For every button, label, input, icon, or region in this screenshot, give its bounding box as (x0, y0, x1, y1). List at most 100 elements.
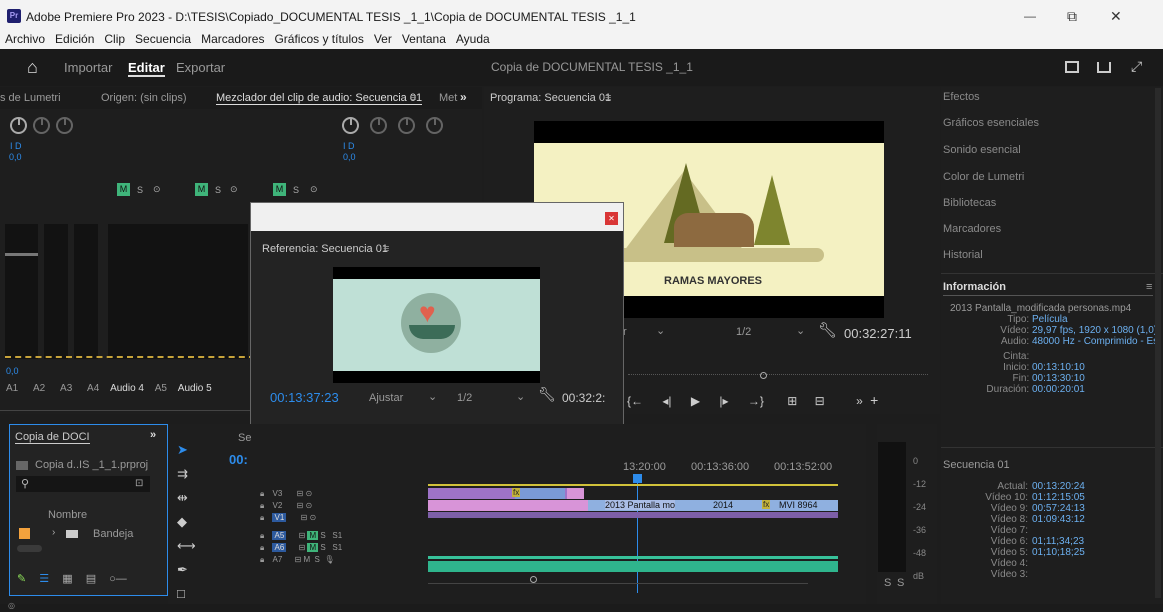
sidebar-lumetri[interactable]: Color de Lumetri (941, 171, 1163, 197)
step-back-icon[interactable]: ◂| (662, 394, 671, 408)
info-menu-icon[interactable]: ≡ (1146, 281, 1152, 293)
track-a5[interactable]: 🔒︎ A5 ⊟ M S S1 (260, 530, 342, 542)
ripple-edit-tool-icon[interactable]: ⇹ (177, 486, 197, 510)
workspaces-icon[interactable] (1065, 61, 1079, 73)
fader-track-3[interactable] (74, 224, 98, 359)
selection-tool-icon[interactable]: ➤ (177, 438, 197, 462)
editar-tab[interactable]: Editar (128, 60, 165, 77)
audio-clip-thin[interactable] (428, 556, 838, 559)
project-more-icon[interactable]: » (150, 429, 156, 441)
extract-icon[interactable]: ⊟ (815, 394, 825, 408)
mute-button-1[interactable]: M (117, 183, 130, 196)
record-button-3[interactable]: ⊙ (310, 184, 318, 195)
track-a7[interactable]: 🔒︎ A7 ⊟ M S 🎙︎ (260, 554, 342, 566)
lift-icon[interactable]: ⊞ (787, 394, 797, 408)
list-view-icon[interactable]: ☰ (39, 573, 49, 585)
mezclador-menu-icon[interactable]: ≡ (410, 92, 416, 104)
reference-menu-icon[interactable]: ≡ (383, 243, 389, 255)
program-scrub-handle[interactable] (760, 372, 767, 379)
menu-ver[interactable]: Ver (374, 32, 392, 46)
programa-menu-icon[interactable]: ≡ (605, 92, 611, 104)
meter-solo-right[interactable]: S (897, 577, 904, 589)
solo-button-1[interactable]: S (137, 185, 143, 195)
timeline-seq-tab[interactable]: Se (238, 432, 251, 444)
share-icon[interactable] (1097, 62, 1111, 73)
more-controls-icon[interactable]: » (856, 394, 863, 408)
reference-wrench-icon[interactable]: 🔧︎ (538, 386, 556, 403)
reference-fit-select[interactable]: Ajustar (369, 392, 403, 404)
add-button-icon[interactable]: + (870, 392, 878, 408)
sidebar-sonido[interactable]: Sonido esencial (941, 144, 1163, 170)
record-button-2[interactable]: ⊙ (230, 184, 238, 195)
sidebar-marcadores[interactable]: Marcadores (941, 223, 1163, 249)
pan-knob-4[interactable] (342, 117, 359, 134)
exportar-tab[interactable]: Exportar (176, 60, 225, 75)
track-v1[interactable]: 🔒︎ V1 ⊟ ⊙ (260, 512, 342, 524)
track-v2[interactable]: 🔒︎ V2 ⊟ ⊙ (260, 500, 342, 512)
menu-graficos[interactable]: Gráficos y títulos (274, 32, 363, 46)
tab-mezclador[interactable]: Mezclador del clip de audio: Secuencia 0… (216, 92, 423, 105)
icon-view-icon[interactable]: ▦ (62, 573, 72, 585)
audio-clips[interactable] (428, 561, 838, 572)
tab-origen[interactable]: Origen: (sin clips) (101, 92, 187, 104)
pencil-icon[interactable]: ✎ (17, 573, 26, 585)
menu-marcadores[interactable]: Marcadores (201, 32, 264, 46)
fader-track-2[interactable] (44, 224, 68, 359)
step-forward-icon[interactable]: |▸ (719, 394, 728, 408)
meter-solo-left[interactable]: S (884, 577, 891, 589)
razor-tool-icon[interactable]: ◆ (177, 510, 197, 534)
zoom-slider-icon[interactable]: ○— (109, 573, 127, 585)
mute-button-2[interactable]: M (195, 183, 208, 196)
fullscreen-icon[interactable]: ⤢ (1131, 58, 1142, 75)
sidebar-scrollbar[interactable] (1155, 88, 1161, 598)
mute-button-3[interactable]: M (273, 183, 286, 196)
menu-secuencia[interactable]: Secuencia (135, 32, 191, 46)
rectangle-tool-icon[interactable]: □ (177, 582, 197, 606)
go-to-in-icon[interactable]: {← (627, 394, 643, 408)
pan-knob-3[interactable] (56, 117, 73, 134)
close-button[interactable]: ✕ (1110, 8, 1122, 25)
program-quality-chevron-icon[interactable]: ⌄ (796, 324, 805, 337)
new-bin-icon[interactable]: ⊡ (135, 478, 143, 489)
info-panel-title[interactable]: Información (943, 281, 1006, 293)
menu-ayuda[interactable]: Ayuda (456, 32, 490, 46)
reference-titlebar[interactable] (251, 203, 623, 231)
solo-button-3[interactable]: S (293, 185, 299, 195)
clip-v1-purple[interactable] (428, 512, 838, 518)
track-a6[interactable]: 🔒︎ A6 ⊟ M S S1 (260, 542, 342, 554)
pan-knob-5[interactable] (370, 117, 387, 134)
project-title[interactable]: Copia de DOCI (15, 431, 90, 444)
reference-quality-select[interactable]: 1/2 (457, 392, 472, 404)
go-to-out-icon[interactable]: →} (748, 394, 764, 408)
program-fit-chevron-icon[interactable]: ⌄ (656, 324, 665, 337)
project-scrollbar[interactable] (17, 545, 42, 552)
sidebar-graficos[interactable]: Gráficos esenciales (941, 117, 1163, 143)
reference-quality-chevron-icon[interactable]: ⌄ (516, 390, 525, 403)
fader-handle-1[interactable] (5, 253, 38, 256)
timeline-scrollbar[interactable] (428, 578, 808, 584)
clip-v3-pink[interactable] (567, 488, 584, 499)
clip-v3-blue[interactable] (515, 488, 565, 499)
menu-ventana[interactable]: Ventana (402, 32, 446, 46)
clip-v2-pink[interactable] (428, 500, 588, 511)
track-select-tool-icon[interactable]: ⇉ (177, 462, 197, 486)
more-tabs-icon[interactable]: » (460, 90, 467, 104)
program-quality-select[interactable]: 1/2 (736, 326, 751, 338)
solo-button-2[interactable]: S (215, 185, 221, 195)
project-search-input[interactable] (16, 476, 150, 492)
home-icon[interactable]: ⌂ (27, 57, 38, 78)
pan-knob-2[interactable] (33, 117, 50, 134)
reference-fit-chevron-icon[interactable]: ⌄ (428, 390, 437, 403)
slip-tool-icon[interactable]: ⟷ (177, 534, 197, 558)
track-v3[interactable]: 🔒︎ V3 ⊟ ⊙ (260, 488, 342, 500)
menu-archivo[interactable]: Archivo (5, 32, 45, 46)
fader-track-1[interactable] (5, 224, 38, 359)
menu-edicion[interactable]: Edición (55, 32, 94, 46)
record-button-1[interactable]: ⊙ (153, 184, 161, 195)
importar-tab[interactable]: Importar (64, 60, 112, 75)
freeform-view-icon[interactable]: ▤ (86, 573, 96, 585)
expand-chevron-icon[interactable]: › (52, 527, 55, 538)
maximize-button[interactable]: ⧉ (1067, 8, 1077, 25)
timeline-scroll-handle[interactable] (530, 576, 537, 583)
mixer-scrollbar[interactable] (0, 403, 250, 411)
